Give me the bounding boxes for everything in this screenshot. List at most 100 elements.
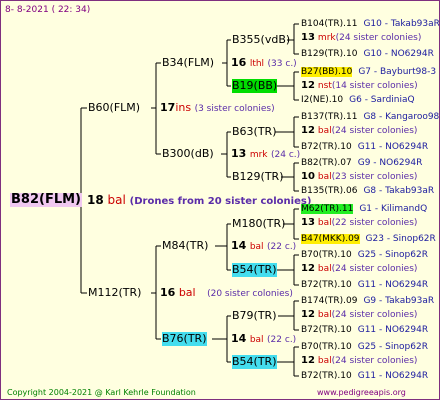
root-num: 18 [87, 193, 104, 207]
sd-sp: mrk [249, 150, 268, 160]
g4-queen-id[interactable]: B72(TR).10 [301, 371, 352, 381]
g4-genealogy: G10 - Takab93aR [363, 19, 440, 29]
g4-sp: nst [317, 81, 332, 91]
g4-sp: bal [317, 218, 332, 228]
g4-note: (23 sister colonies) [331, 172, 418, 182]
g4-genealogy: G1 - KilimandQ [359, 204, 428, 214]
g3-queen-3[interactable]: B63(TR) [232, 125, 277, 139]
g3-queen-4[interactable]: B129(TR) [232, 170, 284, 184]
g4-queen-id[interactable]: B72(TR).10 [301, 142, 352, 152]
g3-queen-2[interactable]: B19(BB) [232, 79, 278, 93]
dam-dam-id[interactable]: B76(TR) [162, 332, 207, 346]
sire-sire-id[interactable]: B34(FLM) [162, 56, 214, 70]
g4-queen-id[interactable]: B174(TR).09 [301, 296, 357, 306]
site-link[interactable]: www.pedigreeapis.org [317, 386, 406, 399]
ds-note: (22 c.) [267, 242, 297, 252]
g4-drone-row: 12 bal(24 sister colonies) [301, 262, 417, 276]
g4-note: (24 sister colonies) [331, 310, 418, 320]
g4-genealogy: G25 - Sinop62R [357, 250, 428, 260]
g4-drone-row: 10 bal(23 sister colonies) [301, 170, 417, 184]
g4-num: 13 [301, 32, 315, 43]
g4-queen-id[interactable]: B137(TR).11 [301, 112, 357, 122]
dam-sp: bal [178, 286, 196, 299]
g4-genealogy: G8 - Takab93aR [363, 186, 435, 196]
g4-note: (24 sister colonies) [331, 356, 418, 366]
ss-sp: lthl [249, 59, 265, 69]
root-queen-id[interactable]: B82(FLM) [10, 193, 82, 207]
ds-sp: bal [249, 242, 264, 252]
g4-queen-row: B72(TR).10 G11 - NO6294R [301, 369, 428, 383]
g4-queen-row: I2(NE).10 G6 - SardiniaQ [301, 93, 415, 107]
g4-drone-row: 13 mrk(24 sister colonies) [301, 31, 421, 45]
g4-genealogy: G11 - NO6294R [357, 371, 429, 381]
dam-sire-info: 14 bal (22 c.) [231, 239, 296, 254]
sd-num: 13 [231, 147, 247, 160]
sire-dam-id[interactable]: B300(dB) [162, 147, 214, 161]
g4-queen-id[interactable]: B82(TR).07 [301, 158, 352, 168]
g4-drone-row: 12 nst(14 sister colonies) [301, 79, 418, 93]
dd-num: 14 [231, 332, 247, 345]
g4-genealogy: G23 - Sinop62R [365, 234, 436, 244]
g4-genealogy: G10 - NO6294R [363, 49, 434, 59]
pedigree-frame: 8- 8-2021 ( 22: 34) B82(FLM) 18 bal (Dro… [0, 0, 440, 400]
dam-id[interactable]: M112(TR) [88, 286, 141, 300]
g4-queen-id[interactable]: M62(TR).11 [301, 204, 354, 214]
dam-dam-info: 14 bal (22 c.) [231, 332, 296, 347]
sire-info: 17ins (3 sister colonies) [160, 101, 275, 116]
dam-info: 16 bal (20 sister colonies) [160, 286, 293, 301]
g4-note: (24 sister colonies) [331, 126, 418, 136]
g4-genealogy: G11 - NO6294R [357, 325, 429, 335]
g4-queen-id[interactable]: B104(TR).11 [301, 19, 357, 29]
g4-queen-row: M62(TR).11 G1 - KilimandQ [301, 202, 427, 216]
g4-sp: bal [317, 126, 332, 136]
g4-num: 13 [301, 217, 315, 228]
sire-dam-info: 13 mrk (24 c.) [231, 147, 300, 162]
g4-num: 12 [301, 80, 315, 91]
g3-queen-6[interactable]: B54(TR) [232, 263, 277, 277]
g4-queen-id[interactable]: B72(TR).10 [301, 325, 352, 335]
sire-sp: ins [175, 101, 192, 114]
g4-note: (24 sister colonies) [335, 33, 422, 43]
g4-queen-row: B174(TR).09 G9 - Takab93aR [301, 294, 434, 308]
g4-queen-id[interactable]: B135(TR).06 [301, 186, 357, 196]
dam-num: 16 [160, 286, 176, 299]
g4-drone-row: 12 bal(24 sister colonies) [301, 308, 417, 322]
g4-queen-id[interactable]: B27(BB).10 [301, 67, 353, 77]
g4-queen-row: B70(TR).10 G25 - Sinop62R [301, 248, 428, 262]
sire-num: 17 [160, 101, 176, 114]
ss-num: 16 [231, 56, 247, 69]
g3-queen-1[interactable]: B355(vdB) [232, 33, 290, 47]
g4-genealogy: G8 - Kangaroo98R [363, 112, 440, 122]
g3-queen-7[interactable]: B79(TR) [232, 309, 277, 323]
g4-queen-id[interactable]: B129(TR).10 [301, 49, 357, 59]
g4-queen-row: B104(TR).11 G10 - Takab93aR [301, 17, 440, 31]
g4-queen-id[interactable]: I2(NE).10 [301, 95, 343, 105]
g4-num: 10 [301, 171, 315, 182]
date-stamp: 8- 8-2021 ( 22: 34) [5, 5, 91, 15]
ss-note: (33 c.) [267, 59, 297, 69]
g4-queen-row: B72(TR).10 G11 - NO6294R [301, 278, 428, 292]
ds-num: 14 [231, 239, 247, 252]
g4-genealogy: G11 - NO6294R [357, 280, 429, 290]
g4-queen-id[interactable]: B70(TR).10 [301, 250, 352, 260]
g3-queen-8[interactable]: B54(TR) [232, 355, 277, 369]
g4-queen-id[interactable]: B72(TR).10 [301, 280, 352, 290]
g4-sp: bal [317, 356, 332, 366]
g4-sp: bal [317, 310, 332, 320]
root-info: 18 bal (Drones from 20 sister colonies) [87, 193, 311, 209]
g3-queen-5[interactable]: M180(TR) [232, 217, 285, 231]
sire-id[interactable]: B60(FLM) [88, 101, 140, 115]
g4-queen-id[interactable]: B70(TR).10 [301, 342, 352, 352]
g4-drone-row: 12 bal(24 sister colonies) [301, 124, 417, 138]
g4-genealogy: G6 - SardiniaQ [349, 95, 415, 105]
dam-sire-id[interactable]: M84(TR) [162, 239, 208, 253]
g4-num: 12 [301, 355, 315, 366]
g4-queen-row: B135(TR).06 G8 - Takab93aR [301, 184, 434, 198]
g4-queen-row: B70(TR).10 G25 - Sinop62R [301, 340, 428, 354]
g4-queen-id[interactable]: B47(MKK).09 [301, 234, 360, 244]
g4-queen-row: B72(TR).10 G11 - NO6294R [301, 323, 428, 337]
copyright: Copyright 2004-2021 @ Karl Kehrle Founda… [7, 388, 196, 397]
g4-num: 12 [301, 263, 315, 274]
g4-note: (22 sister colonies) [331, 218, 418, 228]
g4-queen-row: B47(MKK).09 G23 - Sinop62R [301, 232, 436, 246]
